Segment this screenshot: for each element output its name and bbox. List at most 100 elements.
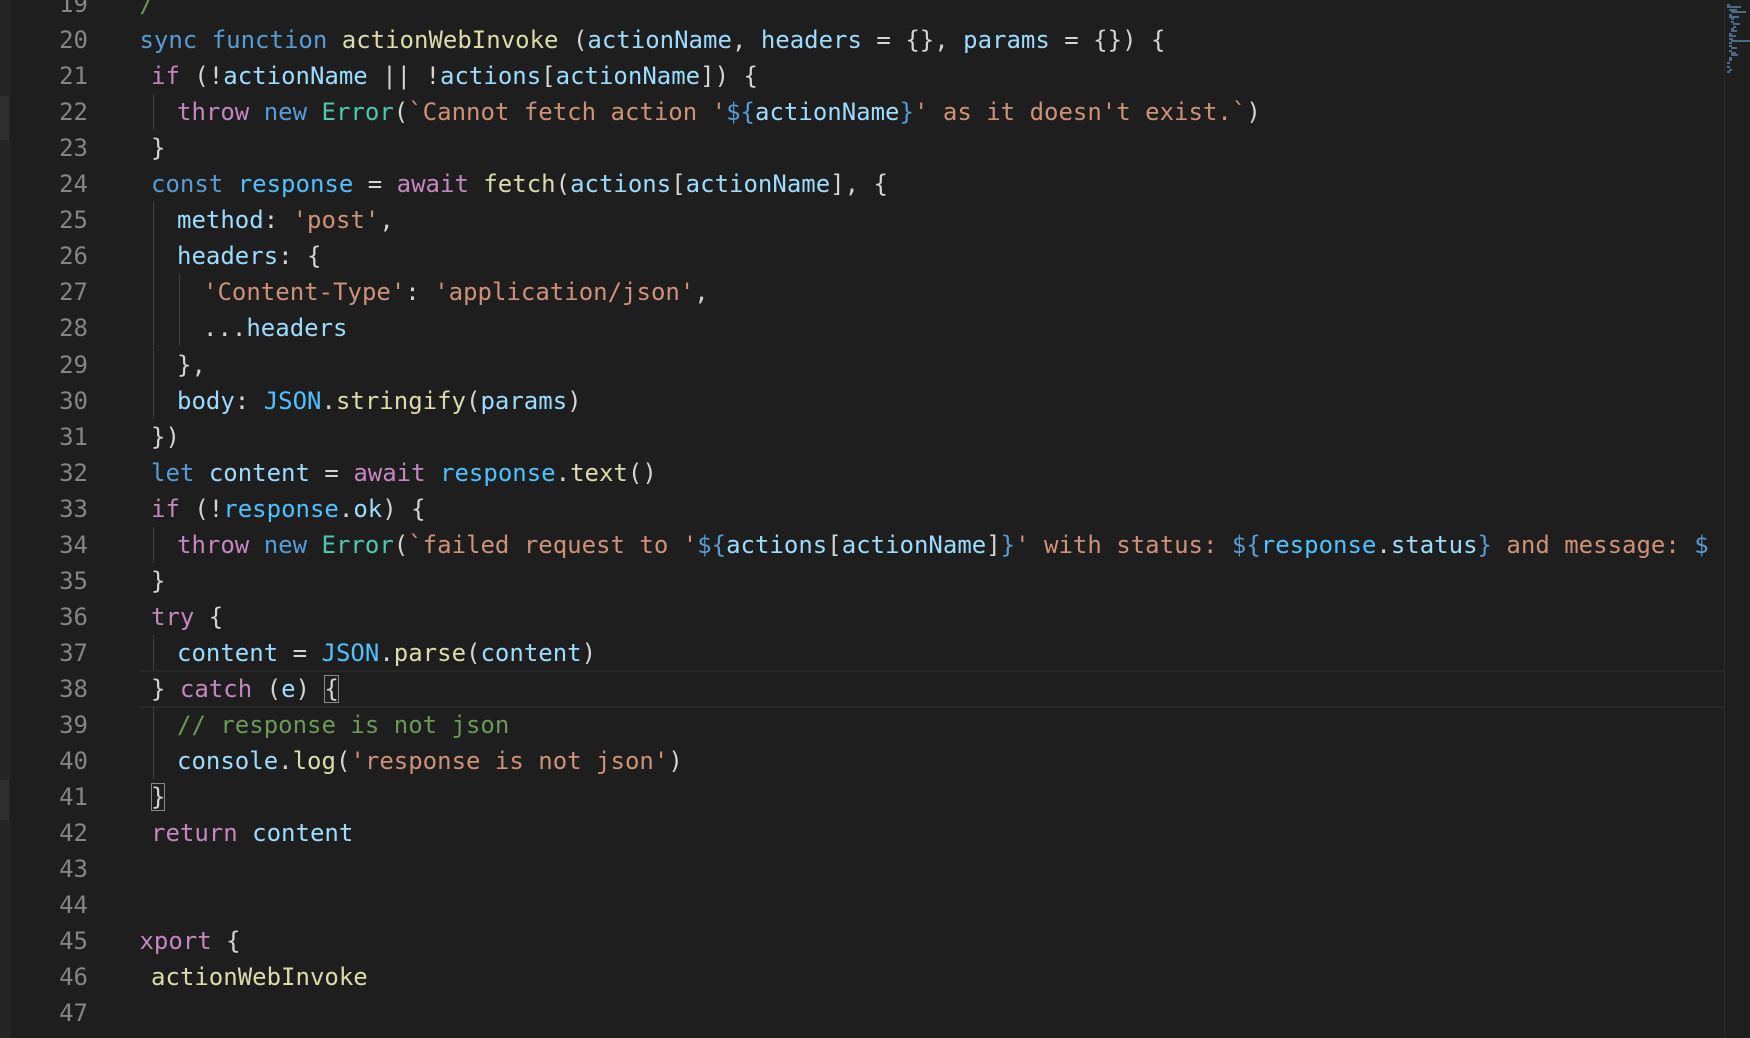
line-number[interactable]: 35 <box>10 563 88 599</box>
code-line[interactable]: console.log('response is not json') <box>177 743 683 779</box>
line-number[interactable]: 36 <box>10 599 88 635</box>
code-token: : <box>263 206 293 235</box>
line-number[interactable]: 43 <box>10 851 88 887</box>
line-number[interactable]: 23 <box>10 130 88 166</box>
code-token: = {}) { <box>1049 26 1166 55</box>
code-line[interactable]: 'Content-Type': 'application/json', <box>203 274 709 310</box>
code-token: actionName <box>685 170 831 199</box>
code-line[interactable]: }) <box>151 419 180 455</box>
code-token: new <box>263 530 308 559</box>
line-number[interactable]: 40 <box>10 743 88 779</box>
code-line[interactable]: const response = await fetch(actions[act… <box>151 166 888 202</box>
code-token: . <box>321 386 336 415</box>
code-token: content <box>252 819 354 848</box>
code-line[interactable]: } <box>151 563 165 599</box>
line-number[interactable]: 29 <box>10 347 88 383</box>
code-line[interactable]: if (!actionName || !actions[actionName])… <box>151 58 758 94</box>
code-token: ] <box>986 530 1001 559</box>
code-token: = <box>278 638 322 667</box>
code-line[interactable]: throw new Error(`failed request to '${ac… <box>177 527 1709 563</box>
line-number[interactable]: 24 <box>10 166 88 202</box>
code-line[interactable]: */ <box>140 0 154 22</box>
line-number[interactable]: 46 <box>10 959 88 995</box>
code-line[interactable]: let content = await response.text() <box>151 455 657 491</box>
line-number-gutter[interactable]: 19 20 21 22 23 24 25 26 27 28 29 30 31 32 33 34 35 36 37 38… <box>10 0 120 1038</box>
line-number[interactable]: 21 <box>10 58 88 94</box>
code-line[interactable]: return content <box>151 815 353 851</box>
code-token: , <box>694 278 709 307</box>
minimap-line <box>1727 61 1730 64</box>
code-token: new <box>263 98 308 127</box>
line-number[interactable]: 37 <box>10 635 88 671</box>
code-token: . <box>278 747 293 776</box>
code-line[interactable]: actionWebInvoke <box>151 959 368 995</box>
code-token: ]) { <box>700 62 758 91</box>
code-line[interactable]: } catch (e) { <box>151 671 339 707</box>
code-token: log <box>292 747 336 776</box>
code-token: function <box>211 26 328 55</box>
line-number[interactable]: 26 <box>10 238 88 274</box>
indent-guide <box>153 382 154 419</box>
code-token: e <box>281 674 296 703</box>
code-token: // response is not json <box>177 711 510 739</box>
code-line[interactable]: method: 'post', <box>177 202 394 238</box>
line-number[interactable]: 22 <box>10 94 88 130</box>
line-number[interactable]: 19 <box>10 0 88 22</box>
code-line[interactable]: }, <box>177 347 206 383</box>
line-number[interactable]: 30 <box>10 383 88 419</box>
code-token: 'Content-Type' <box>203 278 406 307</box>
code-line[interactable]: } <box>151 779 166 815</box>
code-token: headers <box>246 314 348 343</box>
line-number[interactable]: 33 <box>10 491 88 527</box>
code-line[interactable]: body: JSON.stringify(params) <box>177 383 582 419</box>
code-token: Error <box>321 98 394 127</box>
code-token: ( <box>335 747 351 776</box>
code-token: . <box>379 638 394 667</box>
code-editor[interactable]: 19 20 21 22 23 24 25 26 27 28 29 30 31 32 33 34 35 36 37 38… <box>0 0 1750 1038</box>
line-number[interactable]: 31 <box>10 419 88 455</box>
line-number[interactable]: 28 <box>10 310 88 346</box>
indent-guide <box>153 707 154 744</box>
minimap-line <box>1731 54 1738 57</box>
code-token: actionName <box>841 530 987 559</box>
code-token: ) <box>567 386 582 415</box>
code-token: [ <box>827 530 842 559</box>
minimap-line <box>1731 11 1746 14</box>
code-token: } <box>151 566 166 595</box>
code-token: params <box>480 386 568 415</box>
line-number[interactable]: 45 <box>10 923 88 959</box>
code-line[interactable]: content = JSON.parse(content) <box>177 635 596 671</box>
code-area[interactable]: */async function actionWebInvoke (action… <box>140 0 1725 1038</box>
indent-guide <box>153 743 154 780</box>
code-token: actionName <box>555 62 701 91</box>
code-token: actions <box>570 170 672 199</box>
line-number[interactable]: 44 <box>10 887 88 923</box>
line-number[interactable]: 41 <box>10 779 88 815</box>
code-line[interactable]: throw new Error(`Cannot fetch action '${… <box>177 94 1261 130</box>
code-line[interactable]: if (!response.ok) { <box>151 491 426 527</box>
code-line[interactable]: // response is not json <box>177 707 509 743</box>
code-token: fetch <box>483 170 556 199</box>
minimap[interactable] <box>1724 0 1750 1038</box>
line-number[interactable]: 25 <box>10 202 88 238</box>
code-line[interactable]: headers: { <box>177 238 322 274</box>
line-number[interactable]: 42 <box>10 815 88 851</box>
code-line[interactable]: } <box>151 130 165 166</box>
line-number[interactable]: 20 <box>10 22 88 58</box>
code-line[interactable]: export { <box>140 923 241 959</box>
code-token: . <box>338 494 354 523</box>
code-token: ( <box>466 386 481 415</box>
code-token: ( <box>555 170 571 199</box>
line-number[interactable]: 38 <box>10 671 88 707</box>
code-token: ( <box>466 638 481 667</box>
line-number[interactable]: 48 <box>10 1031 88 1038</box>
line-number[interactable]: 27 <box>10 274 88 310</box>
line-number[interactable]: 34 <box>10 527 88 563</box>
line-number[interactable]: 47 <box>10 995 88 1031</box>
code-token: status <box>1390 530 1478 559</box>
code-line[interactable]: try { <box>151 599 223 635</box>
line-number[interactable]: 32 <box>10 455 88 491</box>
line-number[interactable]: 39 <box>10 707 88 743</box>
code-line[interactable]: async function actionWebInvoke (actionNa… <box>140 22 1165 58</box>
code-line[interactable]: ...headers <box>203 310 348 346</box>
